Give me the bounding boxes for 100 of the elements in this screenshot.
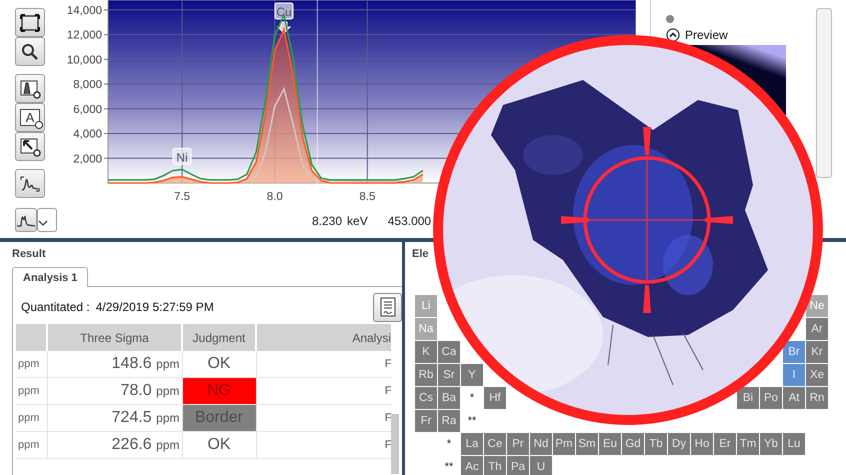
y-axis-label: 6,000 [73, 104, 102, 116]
y-axis-label: 12,000 [66, 30, 102, 42]
element-button[interactable]: Eu [599, 433, 621, 455]
element-button[interactable]: Ce [484, 433, 506, 455]
element-button[interactable]: Bi [737, 387, 759, 409]
judgment-cell: NG [182, 378, 256, 404]
series-marker: * [446, 437, 452, 452]
scrollbar[interactable] [816, 8, 832, 178]
element-button[interactable]: Po [760, 387, 782, 409]
y-axis-label: 2,000 [73, 153, 102, 166]
element-button[interactable]: Rb [415, 364, 437, 386]
element-button[interactable]: Ca [438, 341, 460, 363]
pointer-icon [19, 136, 41, 156]
x-axis-label: 8.0 [266, 191, 283, 203]
fit-frame-icon [20, 14, 40, 32]
table-cell: 78.0 ppm [47, 378, 182, 404]
element-button[interactable]: Tb [645, 433, 667, 455]
column-header: Judgment [182, 324, 256, 351]
table-cell: ppm [16, 351, 47, 378]
quantitated-label: Quantitated : [21, 300, 90, 314]
view-dropdown[interactable] [37, 208, 57, 232]
table-cell: 148.6 ppm [47, 351, 182, 378]
spectrum-icon [19, 174, 41, 192]
element-button[interactable]: Tm [737, 433, 759, 455]
report-button[interactable] [373, 292, 402, 322]
peak-label: Ni [172, 148, 192, 165]
element-button[interactable]: Sm [576, 433, 598, 455]
element-button[interactable]: Ar [806, 318, 828, 340]
element-button[interactable]: Dy [668, 433, 690, 455]
element-button[interactable]: La [461, 433, 483, 455]
search-icon [21, 42, 39, 60]
element-button[interactable]: Ho [691, 433, 713, 455]
element-button[interactable]: Kr [806, 341, 828, 363]
column-header: Analysi [256, 324, 392, 351]
table-cell: ppm [16, 404, 47, 432]
x-axis-label: 7.5 [174, 191, 190, 203]
element-button[interactable]: Ac [461, 456, 483, 475]
preview-toggle[interactable]: Preview [666, 28, 728, 42]
element-button[interactable]: Pr [507, 433, 529, 455]
element-button[interactable]: Pm [553, 433, 575, 455]
table-cell: ppm [16, 378, 47, 404]
spectrum-view-button[interactable] [15, 208, 37, 232]
element-button[interactable]: Sr [438, 364, 460, 386]
element-button[interactable]: Hf [484, 387, 506, 409]
panel-title: Result [12, 248, 47, 260]
document-icon [380, 297, 396, 317]
element-button[interactable]: Nd [530, 433, 552, 455]
element-button[interactable]: Th [484, 456, 506, 475]
column-header [16, 324, 47, 351]
status-dot-icon [666, 15, 674, 23]
element-button[interactable]: Ba [438, 387, 460, 409]
energy-unit: keV [347, 214, 368, 228]
element-button[interactable]: I [783, 364, 805, 386]
annotation: Ni [176, 150, 188, 164]
element-button[interactable]: Rn [806, 387, 828, 409]
panel-title: Ele [412, 248, 430, 260]
judgment-cell: OK [182, 432, 256, 458]
element-button[interactable]: Y [461, 364, 483, 386]
element-button[interactable]: Cs [415, 387, 437, 409]
element-button[interactable]: Er [714, 433, 736, 455]
element-button[interactable]: Ra [438, 410, 460, 432]
toolbar-button[interactable] [15, 8, 45, 37]
y-axis-label: 14,000 [66, 4, 102, 17]
toolbar-button[interactable] [15, 74, 45, 103]
count-reading: 453.000 [388, 214, 432, 228]
analysis-tab[interactable]: Analysis 1 [12, 267, 88, 287]
series-marker: ** [466, 414, 478, 429]
toolbar-button[interactable] [15, 132, 45, 161]
element-button[interactable]: Br [783, 341, 805, 363]
y-axis-label: 10,000 [66, 54, 102, 66]
toolbar-button[interactable] [15, 169, 45, 198]
element-button[interactable]: Gd [622, 433, 644, 455]
y-axis-label: 8,000 [73, 79, 102, 92]
element-button[interactable]: Xe [806, 364, 828, 386]
peak-label: Cu [274, 2, 294, 20]
energy-reading: 8.230 [312, 214, 342, 228]
element-button[interactable]: At [783, 387, 805, 409]
element-button[interactable]: Lu [783, 433, 805, 455]
element-button[interactable]: Yb [760, 433, 782, 455]
quantitated-time: 4/29/2019 5:27:59 PM [96, 300, 214, 314]
toolbar-button[interactable]: A [15, 103, 45, 132]
table-cell: 724.5 ppm [47, 404, 182, 432]
series-marker: * [468, 391, 476, 406]
caret-icon [38, 220, 48, 226]
element-button[interactable]: U [530, 456, 552, 475]
table-cell: ppm [16, 432, 47, 458]
text-label-icon: A [20, 109, 40, 126]
table-cell: 226.6 ppm [47, 432, 182, 458]
series-marker: ** [444, 460, 454, 475]
element-button[interactable]: Pa [507, 456, 529, 475]
x-axis-label: 8.5 [359, 191, 376, 203]
peak-marker-icon [19, 78, 41, 98]
collapse-icon [666, 28, 680, 42]
spectrum-icon [16, 213, 36, 227]
y-axis-label: 4,000 [73, 128, 102, 141]
toolbar-button[interactable] [15, 37, 45, 66]
element-button[interactable]: Fr [415, 410, 437, 432]
element-button[interactable]: K [415, 341, 437, 363]
column-header: Three Sigma [47, 324, 182, 351]
judgment-cell: OK [182, 351, 256, 378]
